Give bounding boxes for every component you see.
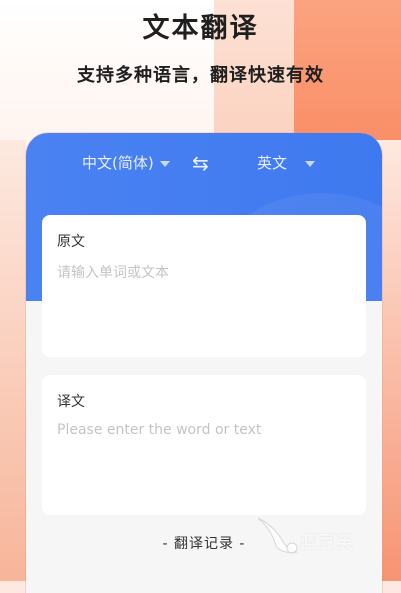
result-text-card: 译文 Please enter the word or text (42, 375, 366, 515)
target-language-label: 英文 (257, 154, 288, 172)
source-language-select[interactable]: 中文(简体) (82, 152, 170, 173)
promo-title: 文本翻译 (142, 13, 259, 44)
watermark-text: 蓝豆英 (300, 533, 354, 553)
swap-arrows-icon[interactable]: ⇆ (192, 151, 209, 175)
chevron-down-icon (159, 160, 170, 167)
source-text-card[interactable]: 原文 请输入单词或文本 (42, 215, 366, 357)
source-text-input[interactable]: 请输入单词或文本 (57, 262, 169, 282)
source-card-title: 原文 (57, 234, 85, 250)
background-side-right (381, 140, 401, 581)
chevron-down-icon (305, 160, 316, 167)
background-side-left (0, 140, 26, 581)
language-bar: 中文(简体) ⇆ 英文 (26, 149, 382, 177)
result-card-title: 译文 (57, 394, 85, 410)
target-language-select[interactable]: 英文 (257, 152, 316, 173)
promo-subtitle: 支持多种语言，翻译快速有效 (77, 65, 324, 86)
result-text-area: Please enter the word or text (57, 422, 262, 438)
source-language-label: 中文(简体) (82, 154, 154, 172)
